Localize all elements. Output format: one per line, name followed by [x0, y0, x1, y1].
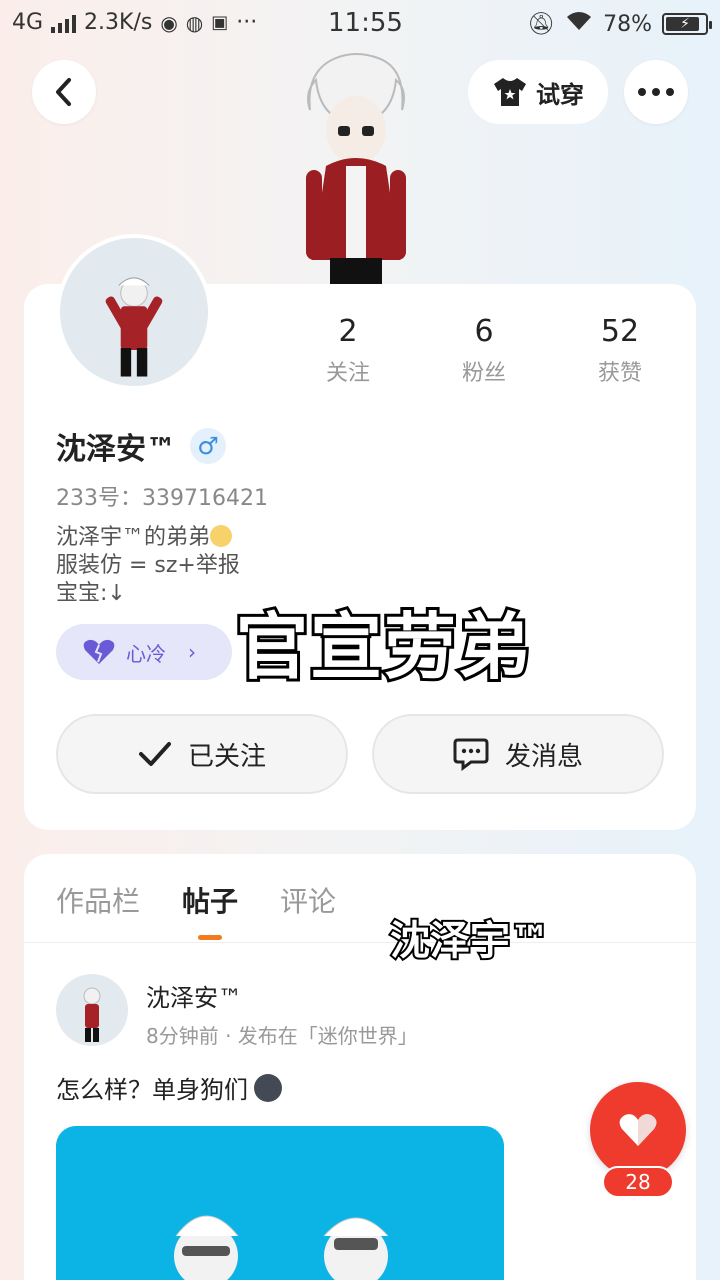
send-message-button[interactable]: 发消息	[372, 714, 664, 794]
likes-label: 获赞	[597, 361, 642, 386]
likes-count: 52	[600, 314, 640, 349]
post-author-avatar[interactable]	[56, 974, 128, 1046]
app-notification-icon: ◉	[160, 10, 178, 35]
battery-icon: ⚡︎	[662, 13, 712, 35]
profile-name: 沈泽安™	[56, 432, 176, 467]
mood-tag[interactable]: 心冷 ›	[56, 624, 232, 680]
user-id: 233号：339716421	[56, 486, 268, 511]
chevron-right-icon: ›	[188, 640, 196, 664]
back-button[interactable]	[32, 60, 96, 124]
more-notifications-icon: ···	[236, 10, 258, 35]
chat-bubble-icon	[453, 738, 489, 771]
like-button[interactable]	[590, 1082, 686, 1178]
caption-overlay-big: 官宣劳弟	[233, 602, 533, 692]
profile-stats: 2 关注 6 粉丝 52 获赞	[280, 314, 688, 387]
wifi-icon	[565, 10, 593, 38]
posts-card: 作品栏 帖子 评论 沈泽安™ 8分钟前 · 发布在「迷你世界」 怎么样？单身狗们	[24, 854, 696, 1280]
avatar[interactable]	[56, 234, 212, 390]
signal-icon	[51, 13, 77, 33]
content-tabs: 作品栏 帖子 评论	[56, 880, 336, 940]
male-gender-icon: ♂	[190, 428, 226, 464]
post-text: 怎么样？单身狗们	[56, 1076, 248, 1104]
more-options-button[interactable]	[624, 60, 688, 124]
heart-mood-icon	[83, 639, 115, 664]
clock: 11:55	[328, 8, 403, 38]
mood-label: 心冷	[126, 641, 166, 666]
post-image[interactable]	[56, 1126, 504, 1280]
following-stat[interactable]: 2 关注	[280, 314, 416, 387]
tabs-divider	[24, 942, 696, 943]
tshirt-icon	[494, 78, 526, 106]
post-author-name[interactable]: 沈泽安™	[146, 978, 242, 1013]
followed-label: 已关注	[187, 741, 266, 772]
checkmark-icon	[138, 742, 171, 766]
battery-percent: 78%	[603, 11, 652, 37]
avatar-3d-figure	[306, 53, 406, 286]
network-speed: 2.3K/s	[84, 10, 153, 35]
followers-label: 粉丝	[461, 361, 506, 386]
bio-line-3: 宝宝:↓	[56, 581, 126, 606]
post-meta: 8分钟前 · 发布在「迷你世界」	[146, 1024, 418, 1048]
heart-icon	[619, 1114, 657, 1146]
tab-posts[interactable]: 帖子	[182, 880, 238, 940]
caption-overlay-small: 沈泽宇™	[388, 916, 552, 966]
mute-icon: 🔕︎	[527, 11, 556, 37]
like-count: 28	[602, 1166, 674, 1198]
bio-line-1: 沈泽宇™的弟弟	[56, 525, 211, 550]
likes-stat[interactable]: 52 获赞	[552, 314, 688, 387]
followers-count: 6	[474, 314, 494, 349]
tab-works[interactable]: 作品栏	[56, 880, 140, 920]
bio-line-2: 服装仿 = sz+举报	[56, 553, 240, 578]
more-horizontal-icon	[638, 88, 674, 96]
profile-actions: 已关注 发消息	[56, 714, 664, 794]
followers-stat[interactable]: 6 粉丝	[416, 314, 552, 387]
post-text-row: 怎么样？单身狗们	[56, 1070, 282, 1105]
wechat-icon: ◍	[185, 10, 204, 35]
smile-emoji-icon	[210, 525, 233, 547]
send-message-label: 发消息	[504, 741, 583, 772]
following-label: 关注	[325, 361, 370, 386]
following-count: 2	[338, 314, 358, 349]
status-bar: 4G 2.3K/s ◉ ◍ ▣ ··· 11:55 🔕︎ 78% ⚡︎	[0, 0, 720, 50]
dark-face-emoji-icon	[254, 1073, 282, 1102]
profile-name-row: 沈泽安™ ♂	[56, 424, 226, 468]
network-type: 4G	[12, 10, 44, 35]
chevron-left-icon	[56, 78, 71, 106]
message-notification-icon: ▣	[211, 12, 229, 33]
tab-comments[interactable]: 评论	[280, 880, 336, 920]
followed-button[interactable]: 已关注	[56, 714, 348, 794]
try-on-label: 试穿	[536, 80, 584, 109]
profile-bio: 沈泽宇™的弟弟 服装仿 = sz+举报 宝宝:↓	[56, 524, 240, 608]
try-on-button[interactable]: 试穿	[468, 60, 608, 124]
